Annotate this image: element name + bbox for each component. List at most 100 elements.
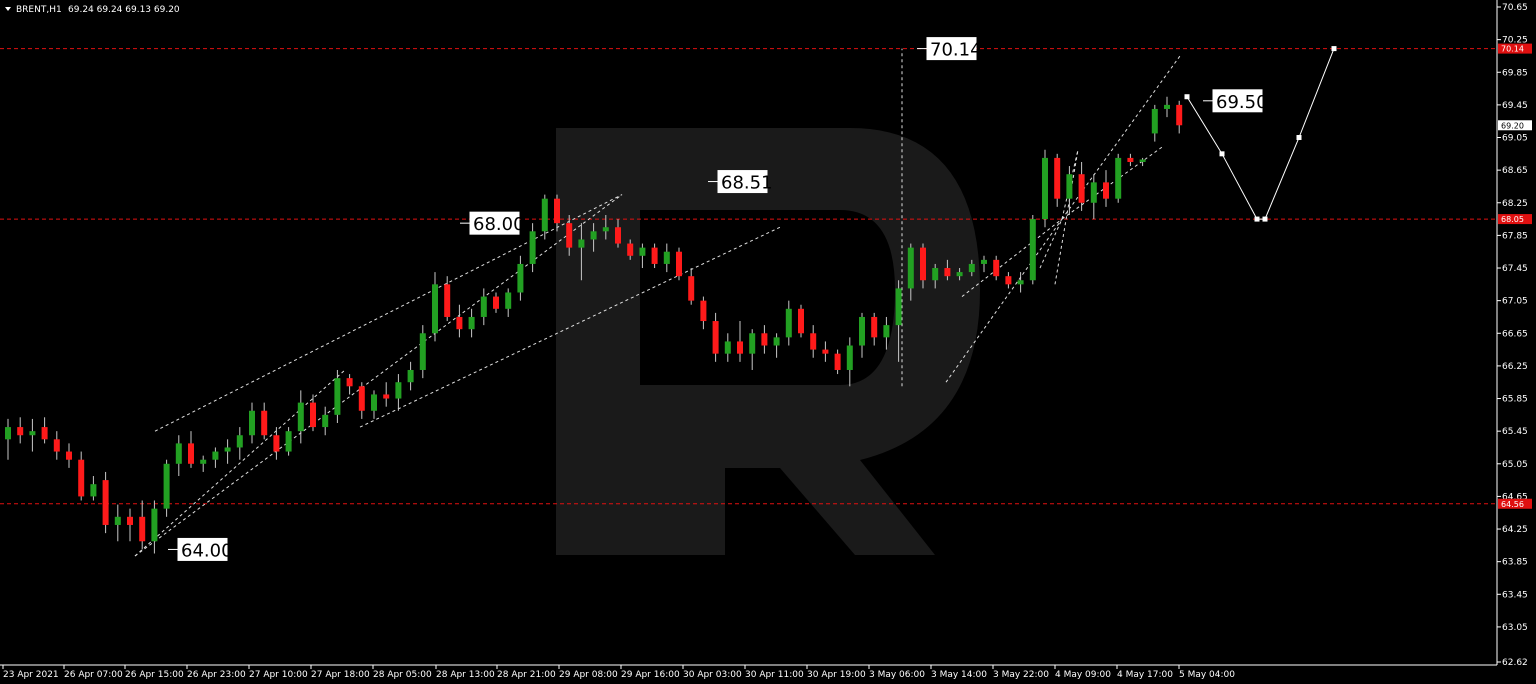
y-tick-label: 66.25 [1502, 362, 1528, 372]
candle-body [615, 227, 621, 244]
candle-body [480, 296, 487, 317]
forecast-point [1331, 46, 1337, 52]
candle-body [114, 516, 121, 525]
candle-body [712, 321, 719, 354]
level-label-text: 70.14 [930, 40, 982, 61]
candle-body [432, 284, 438, 334]
y-tick-label: 67.85 [1502, 231, 1528, 241]
x-tick-label: 28 Apr 13:00 [436, 670, 495, 680]
x-tick-label: 4 May 17:00 [1117, 670, 1173, 680]
x-tick-label: 28 Apr 05:00 [373, 670, 432, 680]
level-price-tag-text: 64.56 [1501, 500, 1524, 509]
candle-body [322, 414, 329, 428]
candle-body [676, 251, 682, 277]
candle-body [761, 333, 768, 346]
x-tick-label: 30 Apr 11:00 [745, 670, 804, 680]
candle-body [627, 243, 634, 256]
candle-body [200, 459, 207, 464]
y-tick-label: 63.05 [1502, 623, 1528, 633]
candle-body [798, 308, 804, 334]
candle-body [1054, 157, 1061, 199]
y-tick-label: 69.45 [1502, 101, 1528, 111]
candle-body [273, 435, 280, 452]
candle-body [529, 231, 536, 264]
candle-body [493, 296, 499, 309]
candle-body [407, 369, 414, 383]
candle-body [1115, 157, 1122, 199]
candle-body [371, 394, 377, 411]
candle-body [1078, 174, 1085, 203]
candle-body [859, 316, 865, 346]
candle-body [993, 259, 1000, 277]
candle-body [578, 239, 585, 248]
candle-body [895, 288, 902, 326]
candle-body [151, 508, 158, 542]
candle-body [224, 447, 231, 452]
candle-body [456, 316, 463, 330]
candle-body [1103, 182, 1109, 199]
candle-body [310, 402, 316, 428]
x-tick-label: 27 Apr 18:00 [311, 670, 370, 680]
x-tick-label: 26 Apr 15:00 [125, 670, 184, 680]
candle-body [1029, 219, 1036, 281]
candle-body [541, 198, 548, 232]
y-tick-label: 67.45 [1502, 264, 1528, 274]
price-chart[interactable]: 64.0068.0068.5170.1469.50 70.6570.2569.8… [0, 0, 1536, 684]
ohlc-label: 69.24 69.24 69.13 69.20 [68, 5, 180, 15]
candle-body [1139, 159, 1146, 162]
candle-body [127, 516, 133, 525]
x-tick-label: 5 May 04:00 [1179, 670, 1235, 680]
candle-body [249, 410, 255, 436]
candle-body [175, 443, 182, 464]
candle-body [956, 272, 963, 277]
candle-body [883, 325, 890, 338]
candle-body [651, 247, 658, 264]
x-tick-label: 26 Apr 23:00 [187, 670, 246, 680]
y-tick-label: 63.85 [1502, 558, 1528, 568]
y-tick-label: 65.05 [1502, 460, 1528, 470]
forecast-point [1219, 151, 1225, 157]
x-tick-label: 3 May 06:00 [869, 670, 925, 680]
candle-body [53, 439, 60, 452]
candle-body [444, 284, 451, 317]
candle-body [358, 386, 365, 411]
y-tick-label: 69.85 [1502, 68, 1528, 78]
candle-body [383, 394, 390, 399]
level-price-tag-text: 70.14 [1501, 45, 1524, 54]
x-tick-label: 3 May 14:00 [931, 670, 987, 680]
y-tick-label: 63.45 [1502, 590, 1528, 600]
candle-body [932, 268, 939, 281]
candle-body [236, 435, 243, 448]
level-price-tag-text: 68.05 [1501, 215, 1524, 224]
x-tick-label: 3 May 22:00 [993, 670, 1049, 680]
candle-body [395, 382, 402, 399]
x-tick-label: 30 Apr 19:00 [807, 670, 866, 680]
candle-body [517, 263, 524, 293]
forecast-point [1262, 216, 1268, 222]
y-tick-label: 69.05 [1502, 134, 1528, 144]
candle-body [785, 308, 792, 338]
candle-body [566, 223, 573, 248]
y-tick-label: 66.65 [1502, 329, 1528, 339]
symbol-label: BRENT,H1 [16, 5, 62, 15]
candle-body [163, 463, 170, 509]
y-tick-label: 67.05 [1502, 297, 1528, 307]
candle-body [639, 247, 646, 256]
candle-body [212, 451, 219, 460]
candle-body [346, 378, 353, 387]
x-tick-label: 23 Apr 2021 [3, 670, 59, 680]
candle-body [1127, 157, 1134, 162]
candle-body [1164, 104, 1170, 109]
current-price-tag-text: 69.20 [1501, 121, 1524, 130]
candle-body [78, 459, 85, 497]
candle-body [700, 300, 707, 322]
x-tick-label: 28 Apr 21:00 [497, 670, 556, 680]
candle-body [968, 263, 975, 273]
candle-body [17, 427, 24, 436]
candle-body [261, 410, 268, 436]
candle-body [1176, 104, 1183, 126]
candle-body [297, 402, 304, 432]
candle-body [981, 259, 987, 264]
candle-body [139, 516, 146, 542]
y-tick-label: 68.65 [1502, 166, 1528, 176]
